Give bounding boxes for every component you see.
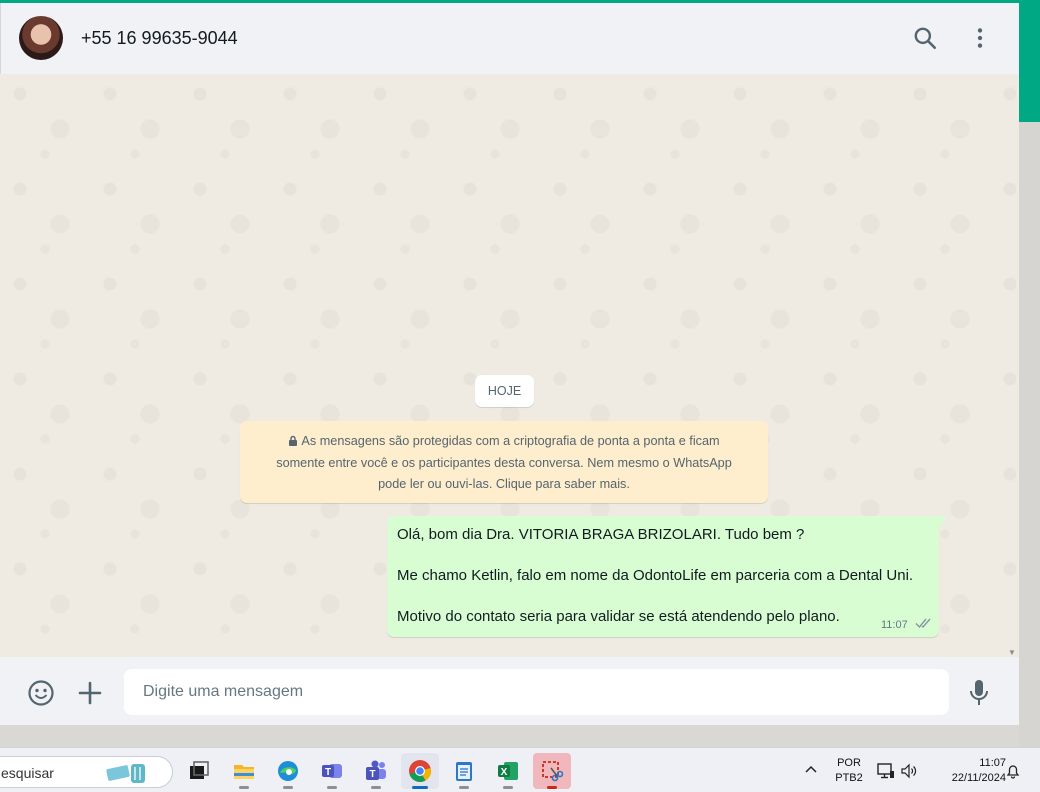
language-code: POR [837,757,861,769]
chat-header[interactable]: +55 16 99635-9044 [0,3,1019,74]
snipping-tool-icon[interactable] [533,753,571,789]
chevron-up-icon[interactable] [803,762,819,778]
notepad-icon[interactable] [445,753,483,789]
contact-name[interactable]: +55 16 99635-9044 [81,28,238,49]
message-line: Me chamo Ketlin, falo em nome da OdontoL… [397,567,914,584]
outgoing-message[interactable]: Olá, bom dia Dra. VITORIA BRAGA BRIZOLAR… [387,516,939,637]
running-indicator [459,786,469,789]
whatsapp-window: +55 16 99635-9044 HOJE As mensagens são … [0,3,1019,725]
file-explorer-icon[interactable] [225,753,263,789]
background-panel [1019,122,1040,747]
network-icon[interactable] [877,763,895,779]
emoji-icon[interactable] [27,679,55,707]
encryption-notice-line-1: As mensagens são protegidas com a cripto… [256,431,752,453]
edge-icon[interactable] [269,753,307,789]
message-line: Olá, bom dia Dra. VITORIA BRAGA BRIZOLAR… [397,526,805,543]
volume-icon[interactable] [901,763,917,779]
svg-text:T: T [325,767,331,778]
background-accent [1019,3,1040,122]
keyboard-language[interactable]: POR PTB2 [832,756,866,786]
plus-icon[interactable] [78,681,102,705]
running-indicator [327,786,337,789]
task-view-icon[interactable] [180,753,218,789]
running-indicator [503,786,513,789]
notification-bell-icon[interactable] [1005,763,1021,779]
encryption-notice-line-3: pode ler ou ouvi-las. Clique para saber … [378,477,630,491]
teams-classic-icon[interactable]: T [357,753,395,789]
message-input[interactable] [124,669,949,715]
encryption-notice[interactable]: As mensagens são protegidas com a cripto… [240,421,768,503]
lock-icon [289,435,298,446]
double-check-icon [915,618,931,629]
microphone-icon[interactable] [966,679,992,707]
teams-icon[interactable]: T [313,753,351,789]
message-list[interactable]: HOJE As mensagens são protegidas com a c… [0,74,1019,657]
menu-icon[interactable] [967,25,993,51]
message-line: Motivo do contato seria para validar se … [397,608,840,625]
keyboard-layout: PTB2 [835,772,863,784]
taskbar-search-text: esquisar [1,765,54,781]
encryption-notice-text-1: As mensagens são protegidas com a cripto… [301,434,720,448]
search-icon[interactable] [912,25,938,51]
date-separator: HOJE [475,375,534,407]
message-time: 11:07 [881,619,908,631]
windows-taskbar: esquisar T T X POR PTB2 11:07 22/11/2024 [0,747,1040,792]
svg-text:T: T [369,769,375,780]
encryption-notice-line-2: somente entre você e os participantes de… [276,455,732,470]
chrome-icon[interactable] [401,753,439,789]
clock-date: 22/11/2024 [951,772,1006,784]
contact-avatar[interactable] [19,16,63,60]
scroll-down-arrow[interactable]: ▼ [1008,648,1016,657]
running-indicator [412,786,428,789]
running-indicator [239,786,249,789]
search-highlight-icon [106,764,145,783]
taskbar-clock[interactable]: 11:07 22/11/2024 [930,756,1006,786]
running-indicator [283,786,293,789]
running-indicator [547,786,557,789]
excel-icon[interactable]: X [489,753,527,789]
clock-time: 11:07 [979,757,1006,769]
bubble-tail [939,516,947,527]
running-indicator [371,786,381,789]
svg-text:X: X [501,767,508,778]
composer-bar [0,657,1019,725]
taskbar-search-box[interactable]: esquisar [0,756,173,788]
